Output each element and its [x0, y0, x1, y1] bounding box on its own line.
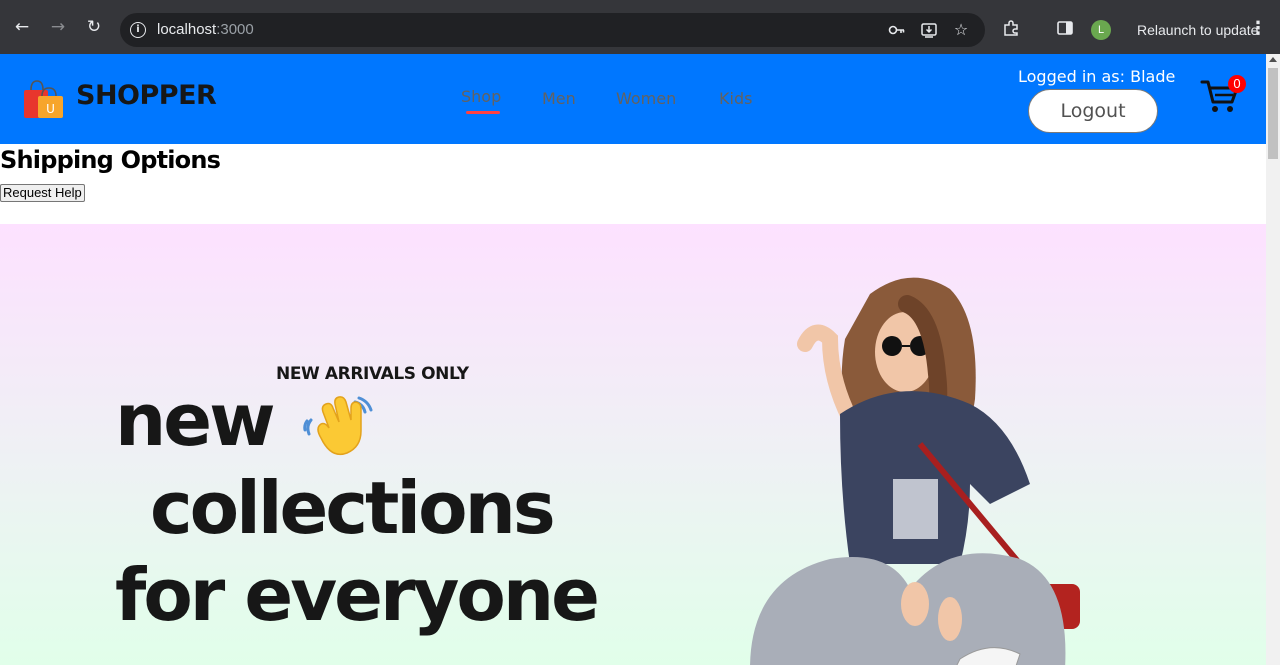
logout-button[interactable]: Logout: [1028, 89, 1158, 133]
relaunch-to-update-button[interactable]: Relaunch to update: [1127, 14, 1268, 46]
page-scrollbar[interactable]: [1266, 54, 1280, 665]
forward-arrow-icon[interactable]: →: [49, 18, 67, 36]
scrollbar-thumb[interactable]: [1268, 68, 1278, 159]
bookmark-star-icon[interactable]: ☆: [952, 21, 970, 39]
request-help-button[interactable]: Request Help: [0, 184, 85, 202]
browser-toolbar: ← → ↻ i localhost:3000 ☆ L Relaunch to u…: [0, 0, 1280, 54]
key-icon[interactable]: [888, 21, 906, 39]
side-panel-icon[interactable]: [1056, 19, 1074, 37]
cart-count-badge: 0: [1228, 75, 1246, 93]
site-info-icon[interactable]: i: [130, 22, 146, 38]
hero-kicker: NEW ARRIVALS ONLY: [276, 364, 469, 384]
reload-icon[interactable]: ↻: [85, 18, 103, 36]
browser-menu-icon[interactable]: ⋮: [1249, 19, 1267, 39]
nav-item-women[interactable]: Women: [616, 89, 676, 108]
hero-line-3: for everyone: [115, 553, 600, 637]
nav-item-kids[interactable]: Kids: [719, 89, 752, 108]
site-navbar: U SHOPPER Shop Men Women Kids Logged in …: [0, 54, 1266, 144]
hero-banner: NEW ARRIVALS ONLY new collections for ev…: [0, 224, 1266, 665]
install-app-icon[interactable]: [920, 21, 938, 39]
model-photo: [750, 277, 1080, 665]
nav-item-men[interactable]: Men: [542, 89, 576, 108]
page-viewport: U SHOPPER Shop Men Women Kids Logged in …: [0, 54, 1266, 665]
shopping-bag-logo-icon[interactable]: U: [22, 80, 64, 118]
brand-name[interactable]: SHOPPER: [76, 80, 217, 111]
address-bar[interactable]: i localhost:3000 ☆: [120, 13, 985, 47]
active-nav-indicator: [466, 111, 500, 114]
profile-avatar[interactable]: L: [1091, 20, 1111, 40]
back-arrow-icon[interactable]: ←: [13, 18, 31, 36]
hero-line-1: new: [115, 378, 276, 462]
nav-item-shop[interactable]: Shop: [461, 87, 501, 106]
svg-text:U: U: [46, 102, 55, 116]
hero-line-2: collections: [150, 466, 556, 550]
waving-hand-icon: [303, 396, 373, 456]
shipping-options-heading: Shipping Options: [0, 146, 221, 174]
scroll-up-arrow-icon[interactable]: [1269, 57, 1277, 62]
extensions-puzzle-icon[interactable]: [1002, 19, 1020, 37]
login-status-text: Logged in as: Blade: [1018, 67, 1176, 86]
url-text[interactable]: localhost:3000: [157, 21, 254, 38]
